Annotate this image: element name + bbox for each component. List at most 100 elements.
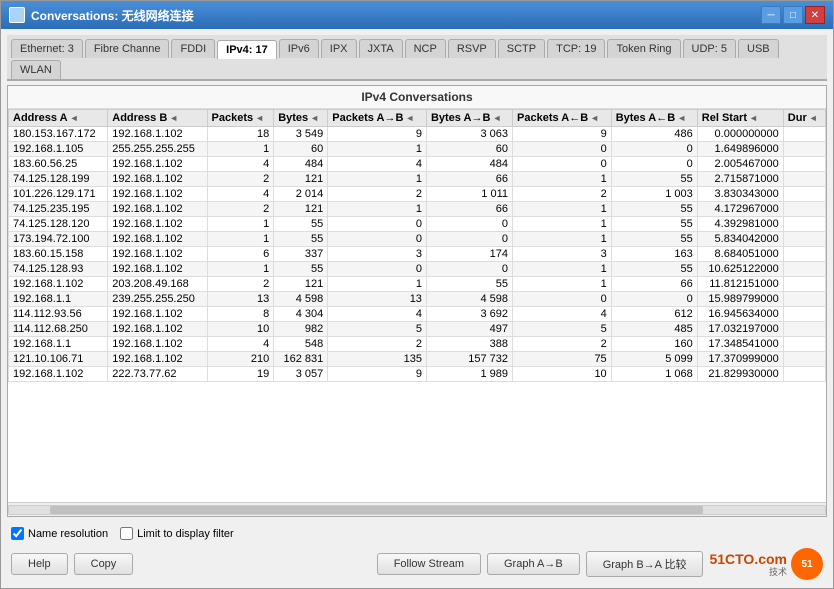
tab-13[interactable]: USB xyxy=(738,39,779,58)
cell-4-0: 101.226.129.171 xyxy=(9,187,108,202)
cell-2-1: 192.168.1.102 xyxy=(108,157,207,172)
tab-6[interactable]: JXTA xyxy=(359,39,403,58)
graph-ab-button[interactable]: Graph A→B xyxy=(487,553,580,575)
app-icon xyxy=(9,7,25,23)
cell-1-0: 192.168.1.105 xyxy=(9,142,108,157)
limit-filter-label[interactable]: Limit to display filter xyxy=(120,527,234,540)
table-row[interactable]: 121.10.106.71192.168.1.102210162 8311351… xyxy=(9,352,826,367)
cell-2-2: 4 xyxy=(207,157,274,172)
cell-7-7: 55 xyxy=(611,232,697,247)
col-header-2[interactable]: Packets◄ xyxy=(207,110,274,127)
cell-7-6: 1 xyxy=(513,232,612,247)
table-row[interactable]: 180.153.167.172192.168.1.102183 54993 06… xyxy=(9,127,826,142)
cell-14-5: 388 xyxy=(426,337,512,352)
cell-10-0: 192.168.1.102 xyxy=(9,277,108,292)
cell-13-9 xyxy=(783,322,825,337)
tab-10[interactable]: TCP: 19 xyxy=(547,39,605,58)
title-bar-left: Conversations: 无线网络连接 xyxy=(9,7,194,24)
cell-13-6: 5 xyxy=(513,322,612,337)
name-resolution-text: Name resolution xyxy=(28,528,108,540)
table-row[interactable]: 74.125.128.199192.168.1.10221211661552.7… xyxy=(9,172,826,187)
tab-0[interactable]: Ethernet: 3 xyxy=(11,39,83,58)
copy-button[interactable]: Copy xyxy=(74,553,134,575)
title-bar: Conversations: 无线网络连接 ─ □ ✕ xyxy=(1,1,833,29)
cell-10-7: 66 xyxy=(611,277,697,292)
table-row[interactable]: 192.168.1.102222.73.77.62193 05791 98910… xyxy=(9,367,826,382)
table-row[interactable]: 101.226.129.171192.168.1.10242 01421 011… xyxy=(9,187,826,202)
tab-3[interactable]: IPv4: 17 xyxy=(217,40,277,59)
table-row[interactable]: 114.112.68.250192.168.1.1021098254975485… xyxy=(9,322,826,337)
table-row[interactable]: 74.125.128.120192.168.1.102155001554.392… xyxy=(9,217,826,232)
table-row[interactable]: 192.168.1.102203.208.49.168212115516611.… xyxy=(9,277,826,292)
tab-12[interactable]: UDP: 5 xyxy=(683,39,736,58)
table-row[interactable]: 74.125.128.93192.168.1.1021550015510.625… xyxy=(9,262,826,277)
col-header-1[interactable]: Address B◄ xyxy=(108,110,207,127)
col-header-4[interactable]: Packets A→B◄ xyxy=(328,110,427,127)
cell-4-4: 2 xyxy=(328,187,427,202)
tab-2[interactable]: FDDI xyxy=(171,39,215,58)
cell-9-4: 0 xyxy=(328,262,427,277)
cell-6-6: 1 xyxy=(513,217,612,232)
cell-13-7: 485 xyxy=(611,322,697,337)
col-header-6[interactable]: Packets A←B◄ xyxy=(513,110,612,127)
tab-14[interactable]: WLAN xyxy=(11,60,61,79)
tab-7[interactable]: NCP xyxy=(405,39,446,58)
cell-7-4: 0 xyxy=(328,232,427,247)
col-header-3[interactable]: Bytes◄ xyxy=(274,110,328,127)
graph-ba-button[interactable]: Graph B→A 比较 xyxy=(586,551,704,577)
cell-14-7: 160 xyxy=(611,337,697,352)
table-row[interactable]: 183.60.15.158192.168.1.1026337317431638.… xyxy=(9,247,826,262)
col-header-7[interactable]: Bytes A←B◄ xyxy=(611,110,697,127)
follow-stream-button[interactable]: Follow Stream xyxy=(377,553,481,575)
cell-3-1: 192.168.1.102 xyxy=(108,172,207,187)
cell-16-4: 9 xyxy=(328,367,427,382)
col-header-9[interactable]: Dur◄ xyxy=(783,110,825,127)
cell-0-8: 0.000000000 xyxy=(697,127,783,142)
cell-2-9 xyxy=(783,157,825,172)
tab-9[interactable]: SCTP xyxy=(498,39,545,58)
tab-11[interactable]: Token Ring xyxy=(607,39,680,58)
maximize-button[interactable]: □ xyxy=(783,6,803,24)
tab-4[interactable]: IPv6 xyxy=(279,39,319,58)
table-row[interactable]: 114.112.93.56192.168.1.10284 30443 69246… xyxy=(9,307,826,322)
tab-1[interactable]: Fibre Channe xyxy=(85,39,170,58)
cell-11-6: 0 xyxy=(513,292,612,307)
cell-1-6: 0 xyxy=(513,142,612,157)
cell-14-4: 2 xyxy=(328,337,427,352)
cell-2-7: 0 xyxy=(611,157,697,172)
cell-14-3: 548 xyxy=(274,337,328,352)
col-header-8[interactable]: Rel Start◄ xyxy=(697,110,783,127)
tab-bar: Ethernet: 3Fibre ChanneFDDIIPv4: 17IPv6I… xyxy=(7,35,827,81)
help-button[interactable]: Help xyxy=(11,553,68,575)
tab-8[interactable]: RSVP xyxy=(448,39,496,58)
table-row[interactable]: 173.194.72.100192.168.1.102155001555.834… xyxy=(9,232,826,247)
close-button[interactable]: ✕ xyxy=(805,6,825,24)
cell-10-9 xyxy=(783,277,825,292)
col-header-0[interactable]: Address A◄ xyxy=(9,110,108,127)
cell-9-0: 74.125.128.93 xyxy=(9,262,108,277)
horizontal-scrollbar[interactable] xyxy=(8,502,826,516)
cell-9-5: 0 xyxy=(426,262,512,277)
name-resolution-label[interactable]: Name resolution xyxy=(11,527,108,540)
cell-8-2: 6 xyxy=(207,247,274,262)
cell-12-9 xyxy=(783,307,825,322)
cell-11-2: 13 xyxy=(207,292,274,307)
cell-15-8: 17.370999000 xyxy=(697,352,783,367)
tab-5[interactable]: IPX xyxy=(321,39,357,58)
table-row[interactable]: 192.168.1.1192.168.1.10245482388216017.3… xyxy=(9,337,826,352)
minimize-button[interactable]: ─ xyxy=(761,6,781,24)
table-row[interactable]: 192.168.1.1239.255.255.250134 598134 598… xyxy=(9,292,826,307)
table-row[interactable]: 74.125.235.195192.168.1.10221211661554.1… xyxy=(9,202,826,217)
cell-5-0: 74.125.235.195 xyxy=(9,202,108,217)
limit-filter-checkbox[interactable] xyxy=(120,527,133,540)
table-container[interactable]: Address A◄Address B◄Packets◄Bytes◄Packet… xyxy=(8,109,826,502)
cell-15-4: 135 xyxy=(328,352,427,367)
name-resolution-checkbox[interactable] xyxy=(11,527,24,540)
col-header-5[interactable]: Bytes A→B◄ xyxy=(426,110,512,127)
cell-7-3: 55 xyxy=(274,232,328,247)
cell-8-6: 3 xyxy=(513,247,612,262)
table-row[interactable]: 192.168.1.105255.255.255.255160160001.64… xyxy=(9,142,826,157)
table-row[interactable]: 183.60.56.25192.168.1.10244844484002.005… xyxy=(9,157,826,172)
cell-4-3: 2 014 xyxy=(274,187,328,202)
cell-0-6: 9 xyxy=(513,127,612,142)
